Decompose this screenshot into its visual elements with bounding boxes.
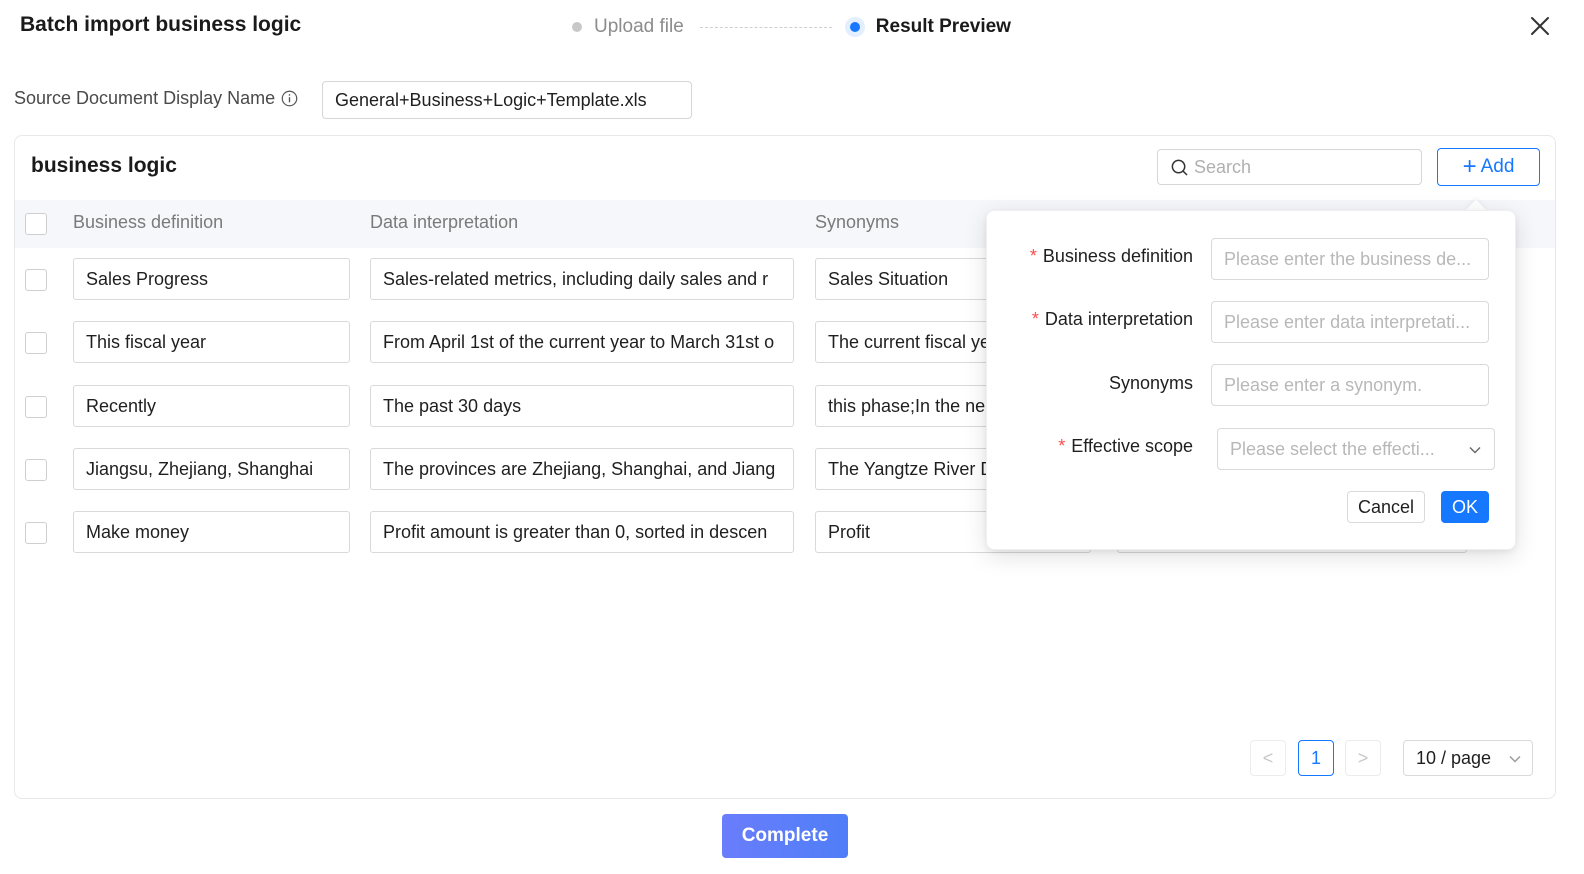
chevron-down-icon <box>1509 756 1521 763</box>
form-label-effective-scope: * Effective scope <box>1058 436 1193 456</box>
ok-button[interactable]: OK <box>1441 491 1489 523</box>
pagination-next-button[interactable]: > <box>1345 740 1381 776</box>
step-label: Result Preview <box>875 16 1011 37</box>
info-icon[interactable] <box>281 90 298 107</box>
source-name-input[interactable]: General+Business+Logic+Template.xls <box>322 81 692 119</box>
cancel-button[interactable]: Cancel <box>1347 491 1425 523</box>
cell-business-definition[interactable]: Recently <box>73 385 350 427</box>
required-mark: * <box>1058 436 1066 456</box>
add-button[interactable]: + Add <box>1437 148 1540 186</box>
complete-button[interactable]: Complete <box>722 814 848 858</box>
cell-data-interpretation[interactable]: From April 1st of the current year to Ma… <box>370 321 794 363</box>
plus-icon: + <box>1462 153 1477 180</box>
add-business-logic-popover: *Business definition *Data interpretatio… <box>986 210 1516 550</box>
row-checkbox[interactable] <box>25 269 47 291</box>
cell-business-definition[interactable]: Sales Progress <box>73 258 350 300</box>
step-connector <box>699 26 832 28</box>
cell-business-definition[interactable]: This fiscal year <box>73 321 350 363</box>
close-button[interactable] <box>1526 12 1554 40</box>
chevron-down-icon <box>1469 447 1481 454</box>
effective-scope-select[interactable]: Please select the effecti... <box>1217 428 1495 470</box>
column-header-synonyms: Synonyms <box>815 212 900 232</box>
step-indicator: Upload file Result Preview <box>572 14 1011 40</box>
row-checkbox[interactable] <box>25 522 47 544</box>
column-header-business-definition: Business definition <box>73 212 224 232</box>
data-interpretation-input[interactable] <box>1211 301 1489 343</box>
page-size-select[interactable]: 10 / page <box>1403 740 1533 776</box>
cell-data-interpretation[interactable]: The provinces are Zhejiang, Shanghai, an… <box>370 448 794 490</box>
step-upload-file: Upload file <box>572 16 684 38</box>
pagination-prev-button[interactable]: < <box>1250 740 1286 776</box>
cell-business-definition[interactable]: Make money <box>73 511 350 553</box>
close-icon <box>1531 17 1549 35</box>
row-checkbox[interactable] <box>25 332 47 354</box>
search-icon <box>1171 159 1188 175</box>
form-label-synonyms: Synonyms <box>1108 373 1193 393</box>
step-label: Upload file <box>594 16 684 37</box>
column-header-data-interpretation: Data interpretation <box>370 212 519 232</box>
step-dot <box>572 22 582 32</box>
cell-data-interpretation[interactable]: Profit amount is greater than 0, sorted … <box>370 511 794 553</box>
step-result-preview: Result Preview <box>846 16 1011 38</box>
source-name-label: Source Document Display Name <box>14 88 298 109</box>
form-label-business-definition: * Business definition <box>1029 246 1193 266</box>
required-mark: * <box>1031 309 1039 329</box>
cell-data-interpretation[interactable]: The past 30 days <box>370 385 794 427</box>
modal-title: Batch import business logic <box>20 13 302 36</box>
search-box[interactable] <box>1157 149 1422 185</box>
cell-data-interpretation[interactable]: Sales-related metrics, including daily s… <box>370 258 794 300</box>
card-title: business logic <box>31 154 177 177</box>
step-dot-active <box>849 22 860 32</box>
search-input[interactable] <box>1194 156 1414 178</box>
row-checkbox[interactable] <box>25 396 47 418</box>
form-label-data-interpretation: * Data interpretation <box>1031 309 1193 329</box>
synonyms-input[interactable] <box>1211 364 1489 406</box>
required-mark: * <box>1029 246 1037 266</box>
select-all-checkbox[interactable] <box>25 213 47 235</box>
row-checkbox[interactable] <box>25 459 47 481</box>
business-definition-input[interactable] <box>1211 238 1489 280</box>
pagination-page-1[interactable]: 1 <box>1298 740 1334 776</box>
cell-business-definition[interactable]: Jiangsu, Zhejiang, Shanghai <box>73 448 350 490</box>
